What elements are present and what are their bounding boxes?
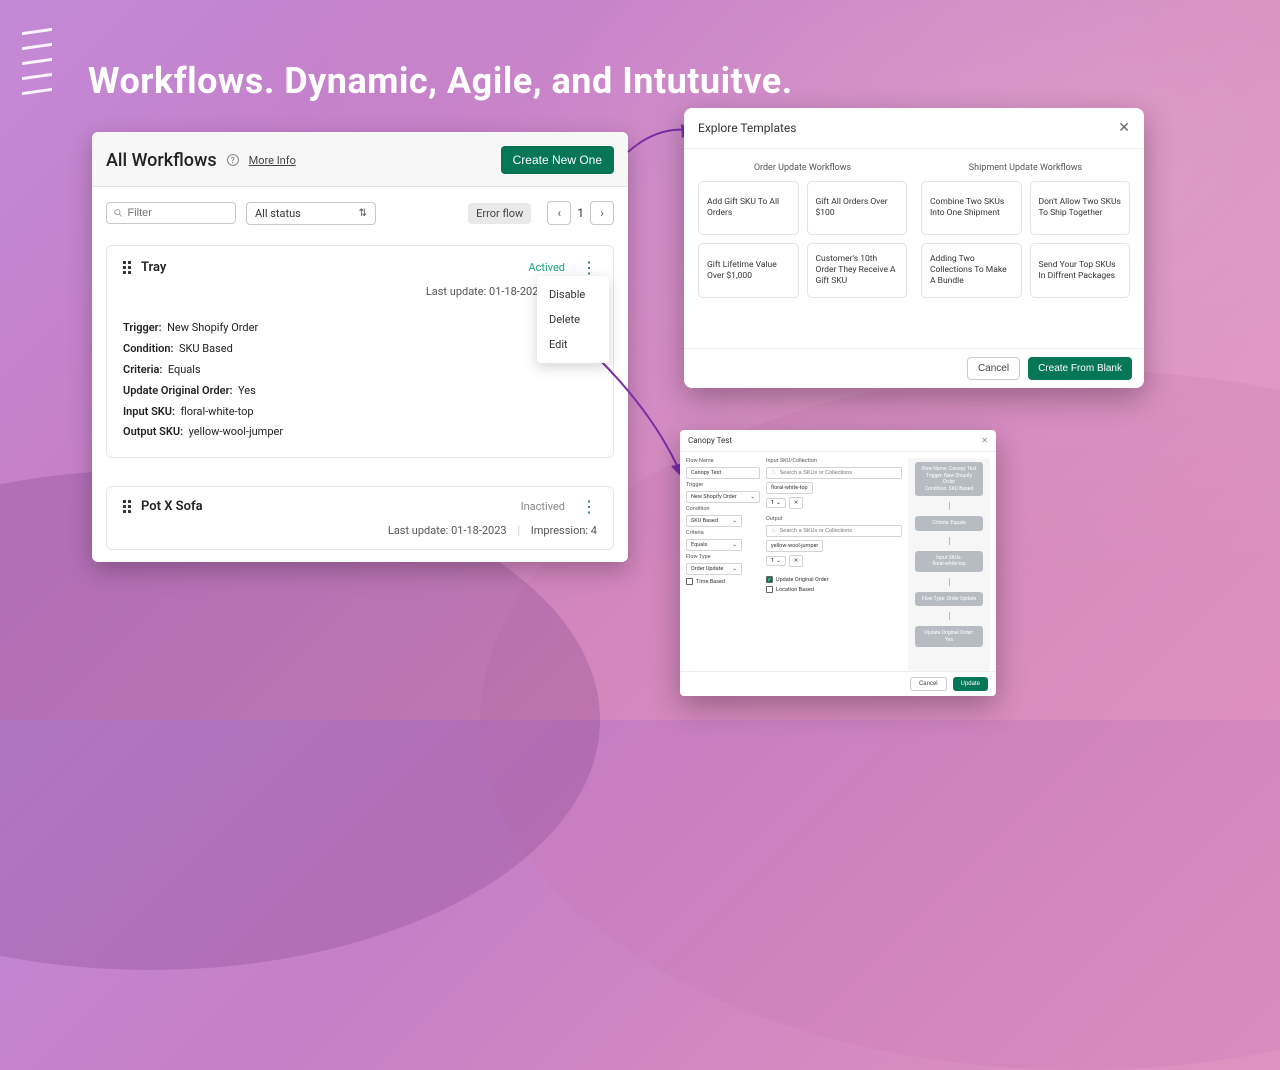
template-tile[interactable]: Gift All Orders Over $100 [807,181,908,235]
card-fields: Trigger: New Shopify Order Condition: SK… [123,318,597,443]
flow-editor-dialog: Canopy Test ✕ Flow Name Canopy Test Trig… [680,430,996,696]
flow-node: Flow Type: Order Update [915,592,983,607]
card-title: Pot X Sofa [141,499,203,514]
templates-col1-header: Order Update Workflows [698,163,907,173]
location-based-checkbox[interactable]: Location Based [766,586,902,593]
menu-delete[interactable]: Delete [537,307,609,332]
card-menu-button[interactable]: ⋮ [581,502,597,512]
editor-update-button[interactable]: Update [953,677,988,691]
editor-mid-column: Input SKU/Collection floral-white-top 1⌄… [766,458,902,671]
editor-title: Canopy Test [688,436,732,445]
flow-type-select[interactable]: Order Update⌄ [686,563,742,575]
flow-node: Flow Name: Canopy Test Trigger: New Shop… [915,462,983,496]
qty-stepper[interactable]: 1⌄ [766,498,786,508]
more-info-link[interactable]: More Info [249,154,296,167]
status-badge: Inactived [521,500,565,513]
template-tile[interactable]: Gift Lifetime Value Over $1,000 [698,243,799,298]
last-update-label: Last update: [426,285,486,298]
panel1-title: All Workflows [106,150,217,171]
card-menu: Disable Delete Edit [537,276,609,363]
filter-input[interactable] [106,202,236,224]
all-workflows-panel: All Workflows ? More Info Create New One… [92,132,628,562]
template-tile[interactable]: Combine Two SKUs Into One Shipment [921,181,1022,235]
flow-node: Criteria: Equals [915,516,983,531]
flow-name-input[interactable]: Canopy Test [686,467,760,479]
explore-templates-dialog: Explore Templates ✕ Order Update Workflo… [684,108,1144,388]
time-based-checkbox[interactable]: Time Based [686,578,760,585]
sku-tag[interactable]: yellow-wool-jumper [766,540,823,552]
remove-tag-icon[interactable]: ✕ [789,497,804,509]
remove-tag-icon[interactable]: ✕ [789,555,804,567]
template-tile[interactable]: Send Your Top SKUs In Diffrent Packages [1030,243,1131,298]
chevron-updown-icon: ⇅ [359,208,367,219]
search-icon [771,528,777,534]
flow-node: Input SKUs: floral-white-top [915,551,983,572]
template-tile[interactable]: Add Gift SKU To All Orders [698,181,799,235]
templates-title: Explore Templates [698,121,796,135]
menu-edit[interactable]: Edit [537,332,609,357]
menu-disable[interactable]: Disable [537,282,609,307]
page-headline: Workflows. Dynamic, Agile, and Intutuitv… [88,60,793,102]
templates-cancel-button[interactable]: Cancel [967,357,1020,380]
status-select-label: All status [255,207,301,220]
trigger-select[interactable]: New Shopify Order⌄ [686,491,760,503]
card-title: Tray [141,260,166,275]
help-icon[interactable]: ? [227,154,239,166]
drag-handle-icon[interactable] [123,261,131,274]
editor-cancel-button[interactable]: Cancel [910,677,947,691]
criteria-select[interactable]: Equals⌄ [686,539,742,551]
template-tile[interactable]: Adding Two Collections To Make A Bundle [921,243,1022,298]
close-icon[interactable]: ✕ [1118,120,1130,136]
status-select[interactable]: All status ⇅ [246,202,376,225]
status-badge: Actived [528,261,565,274]
pager-prev[interactable]: ‹ [547,201,571,225]
search-icon [771,470,777,476]
templates-col2-header: Shipment Update Workflows [921,163,1130,173]
create-from-blank-button[interactable]: Create From Blank [1028,357,1132,380]
arrow-to-editor [594,354,694,484]
create-new-button[interactable]: Create New One [501,146,614,174]
card-menu-button[interactable]: ⋮ [581,263,597,273]
editor-left-column: Flow Name Canopy Test Trigger New Shopif… [686,458,760,671]
pager-number: 1 [577,206,584,220]
flow-node: Update Original Order: Yes [915,626,983,647]
workflow-card-tray: Tray Actived ⋮ Disable Delete Edit Last … [106,245,614,458]
input-sku-search[interactable] [766,467,902,479]
qty-stepper[interactable]: 1⌄ [766,556,786,566]
condition-select[interactable]: SKU Based⌄ [686,515,742,527]
workflow-card-pot: Pot X Sofa Inactived ⋮ Last update: 01-1… [106,486,614,550]
pager-next[interactable]: › [590,201,614,225]
sku-tag[interactable]: floral-white-top [766,482,813,494]
template-tile[interactable]: Don't Allow Two SKUs To Ship Together [1030,181,1131,235]
error-flow-chip[interactable]: Error flow [468,203,531,224]
decorative-stripes [22,30,52,105]
template-tile[interactable]: Customer's 10th Order They Receive A Gif… [807,243,908,298]
impression-value: Impression: 4 [531,524,597,537]
output-sku-search[interactable] [766,525,902,537]
drag-handle-icon[interactable] [123,500,131,513]
search-icon [113,207,124,219]
close-icon[interactable]: ✕ [981,436,988,445]
flow-diagram: Flow Name: Canopy Test Trigger: New Shop… [908,458,990,671]
pager: ‹ 1 › [547,201,614,225]
update-order-checkbox[interactable]: ✓Update Original Order [766,576,902,583]
